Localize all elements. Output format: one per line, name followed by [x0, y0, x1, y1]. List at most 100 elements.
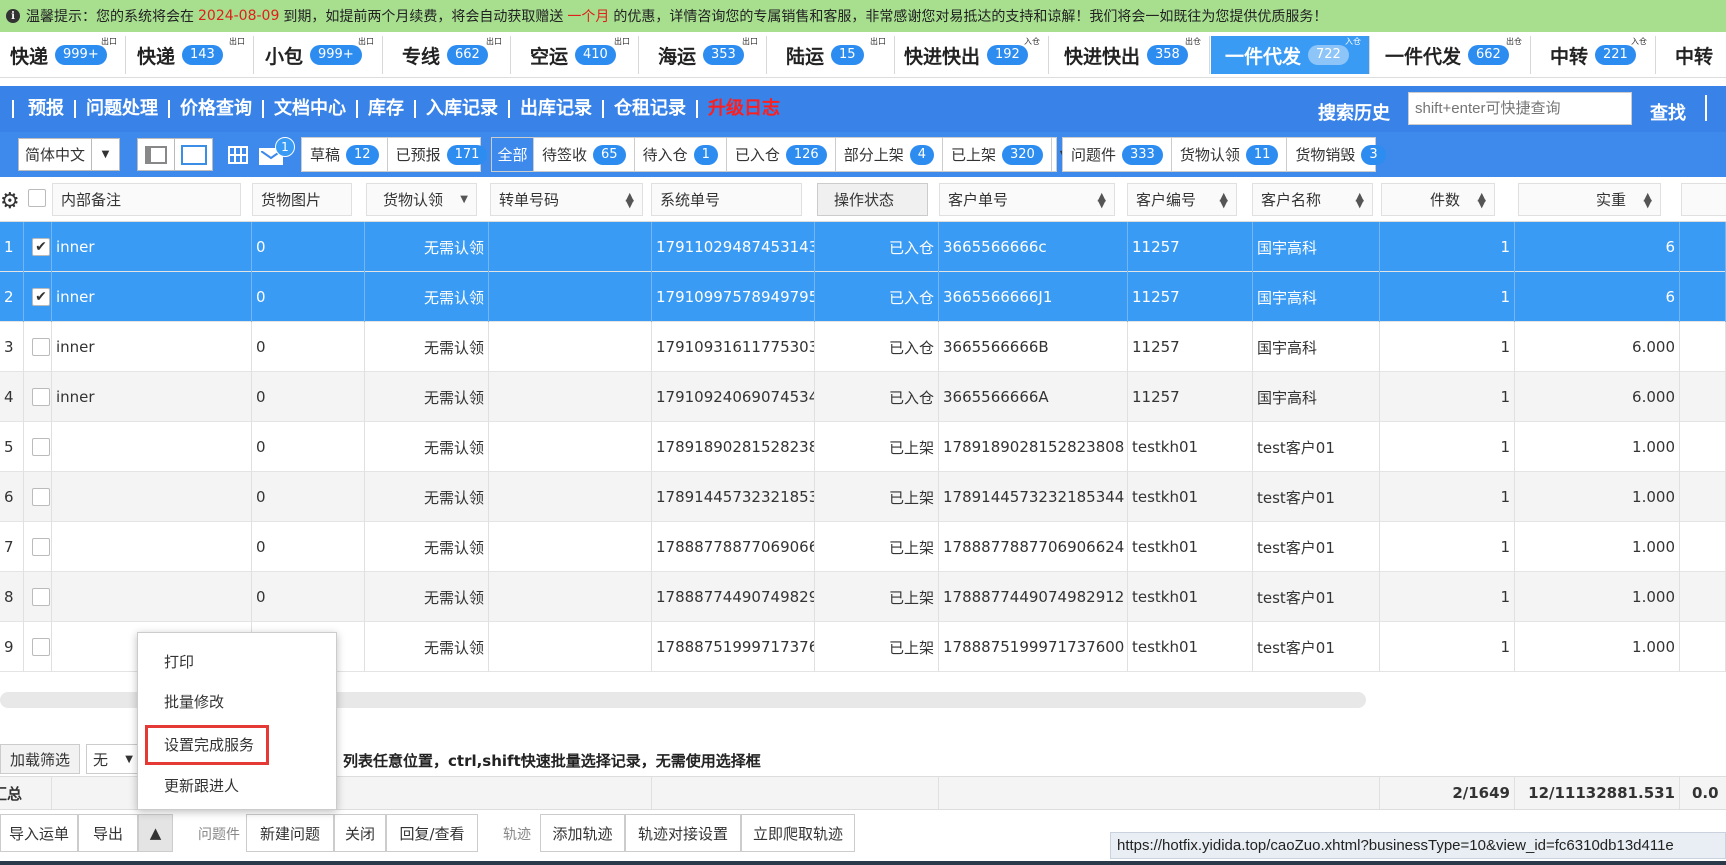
nav-price[interactable]: 价格查询: [168, 100, 262, 118]
col-extra[interactable]: [1681, 183, 1726, 216]
col-pieces[interactable]: 件数 ▲ ▼: [1381, 183, 1495, 216]
chevron-up-icon[interactable]: ▲: [138, 814, 173, 852]
nav-docs[interactable]: 文档中心: [262, 100, 356, 118]
filter-select[interactable]: 无 ▼: [86, 744, 140, 774]
tab-transfer-out[interactable]: 中转: [1657, 36, 1726, 74]
language-select[interactable]: 简体中文 ▼: [18, 138, 120, 171]
col-claim[interactable]: 货物认领 ▼: [366, 183, 477, 216]
nav-outbound[interactable]: 出库记录: [508, 100, 602, 118]
all-button[interactable]: 全部: [492, 138, 534, 171]
problem-button[interactable]: 问题件 333: [1063, 138, 1172, 171]
add-track-button[interactable]: 添加轨迹: [540, 814, 625, 852]
tab-count: 192: [987, 45, 1028, 65]
menu-item-update-follower[interactable]: 更新跟进人: [164, 775, 239, 796]
cell-empty: [489, 422, 652, 472]
search-history-button[interactable]: 搜索历史: [1318, 99, 1390, 125]
row-checkbox[interactable]: [32, 388, 50, 406]
chevron-down-icon: ▼: [91, 139, 119, 170]
tab-sup: 入仓: [1024, 37, 1040, 46]
col-custno[interactable]: 客户单号 ▲ ▼: [939, 183, 1115, 216]
tab-express-1[interactable]: 快递 999+ 出口: [0, 36, 126, 74]
crawl-track-button[interactable]: 立即爬取轨迹: [741, 814, 855, 852]
nav-forecast[interactable]: 预报: [28, 100, 74, 118]
destroy-button[interactable]: 货物销毁 3: [1287, 138, 1393, 171]
nav-problem[interactable]: 问题处理: [74, 100, 168, 118]
table-row[interactable]: 3 inner0无需认领 1791093161177530368已入仓3665566…: [0, 322, 1726, 372]
nav-upgrade-log[interactable]: 升级日志: [696, 100, 790, 118]
pending-sign-count: 65: [593, 144, 626, 165]
row-checkbox[interactable]: [32, 338, 50, 356]
table-row[interactable]: 4 inner0无需认领 1791092406907453440已入仓3665566…: [0, 372, 1726, 422]
col-transfer[interactable]: 转单号码 ▲ ▼: [490, 183, 643, 216]
col-weight[interactable]: 实重 ▲ ▼: [1518, 183, 1661, 216]
tab-dedicated-line[interactable]: 专线 662 出口: [384, 36, 511, 74]
row-checkbox[interactable]: [32, 538, 50, 556]
table-row[interactable]: 1 ✔inner0无需认领 1791102948745314304已入仓366556…: [0, 222, 1726, 272]
cell-empty: [489, 222, 652, 272]
row-checkbox[interactable]: [32, 438, 50, 456]
export-button[interactable]: 导出: [78, 814, 138, 852]
nav-inventory[interactable]: 库存: [356, 100, 414, 118]
table-row[interactable]: 8 0无需认领 1788877449074982912已上架178887744907…: [0, 572, 1726, 622]
layout-split-icon[interactable]: [138, 139, 175, 170]
search-input[interactable]: [1408, 92, 1632, 125]
menu-item-set-complete[interactable]: 设置完成服务: [164, 734, 254, 755]
row-checkbox[interactable]: [32, 488, 50, 506]
search-button[interactable]: 查找: [1650, 99, 1686, 125]
tab-fast-in[interactable]: 快进快出 192 入仓: [896, 36, 1049, 74]
row-checkbox[interactable]: ✔: [32, 288, 50, 306]
draft-button[interactable]: 草稿 12: [302, 138, 388, 171]
col-image[interactable]: 货物图片: [252, 183, 352, 216]
nav-inbound[interactable]: 入库记录: [414, 100, 508, 118]
cell-sysno: 1791092406907453440: [652, 372, 815, 422]
track-config-button[interactable]: 轨迹对接设置: [625, 814, 741, 852]
tab-count: 722: [1308, 45, 1349, 65]
cell-weight: 1.000: [1515, 472, 1680, 522]
cell-status: 已入仓: [815, 272, 939, 322]
menu-item-batch-edit[interactable]: 批量修改: [164, 691, 224, 712]
cell-idx: 8: [0, 572, 24, 622]
row-checkbox-cell: ✔: [24, 222, 52, 272]
shelved-button[interactable]: 已上架 320: [943, 138, 1052, 171]
col-custid[interactable]: 客户编号 ▲ ▼: [1127, 183, 1237, 216]
col-sysno[interactable]: 系统单号: [651, 183, 802, 216]
partial-button[interactable]: 部分上架 4: [836, 138, 943, 171]
menu-item-print[interactable]: 打印: [164, 651, 194, 672]
tab-dropship-in[interactable]: 一件代发 722 入仓: [1211, 36, 1370, 74]
load-filter-button[interactable]: 加载筛选: [0, 744, 80, 774]
table-icon[interactable]: [228, 146, 248, 164]
nav-rent[interactable]: 仓租记录: [602, 100, 696, 118]
cell-weight: 1.000: [1515, 422, 1680, 472]
tab-air[interactable]: 空运 410 出口: [512, 36, 639, 74]
tab-fast-out[interactable]: 快进快出 358 出仓: [1050, 36, 1210, 74]
table-row[interactable]: 5 0无需认领 1789189028152823808已上架178918902815…: [0, 422, 1726, 472]
table-row[interactable]: 7 0无需认领 1788877887706906624已上架178887788770…: [0, 522, 1726, 572]
col-custname[interactable]: 客户名称 ▲ ▼: [1252, 183, 1373, 216]
col-status[interactable]: 操作状态: [817, 183, 928, 216]
gear-icon[interactable]: ⚙: [0, 189, 20, 214]
tab-count: 410: [575, 45, 616, 65]
in-button[interactable]: 已入仓 126: [727, 138, 836, 171]
row-checkbox[interactable]: [32, 588, 50, 606]
tab-transfer-in[interactable]: 中转 221 入仓: [1532, 36, 1656, 74]
forecast-button[interactable]: 已预报 171: [388, 138, 496, 171]
col-note[interactable]: 内部备注: [52, 183, 241, 216]
pending-sign-button[interactable]: 待签收 65: [534, 138, 635, 171]
row-checkbox[interactable]: ✔: [32, 238, 50, 256]
reply-view-button[interactable]: 回复/查看: [386, 814, 478, 852]
claim-button[interactable]: 货物认领 11: [1172, 138, 1288, 171]
tab-dropship-out[interactable]: 一件代发 662 出仓: [1371, 36, 1531, 74]
tab-sea[interactable]: 海运 353 出口: [640, 36, 767, 74]
layout-full-icon[interactable]: [175, 139, 212, 170]
row-checkbox[interactable]: [32, 638, 50, 656]
tab-express-2[interactable]: 快递 143 出口: [127, 36, 254, 74]
tab-land[interactable]: 陆运 15 出口: [768, 36, 895, 74]
tab-small-pack[interactable]: 小包 999+ 出口: [255, 36, 383, 74]
pending-in-button[interactable]: 待入仓 1: [635, 138, 727, 171]
new-problem-button[interactable]: 新建问题: [246, 814, 334, 852]
table-row[interactable]: 6 0无需认领 1789144573232185344已上架178914457323…: [0, 472, 1726, 522]
select-all-checkbox[interactable]: [28, 189, 46, 207]
table-row[interactable]: 2 ✔inner0无需认领 1791099757894979584已入仓366556…: [0, 272, 1726, 322]
close-problem-button[interactable]: 关闭: [334, 814, 386, 852]
import-waybill-button[interactable]: 导入运单: [0, 814, 78, 852]
